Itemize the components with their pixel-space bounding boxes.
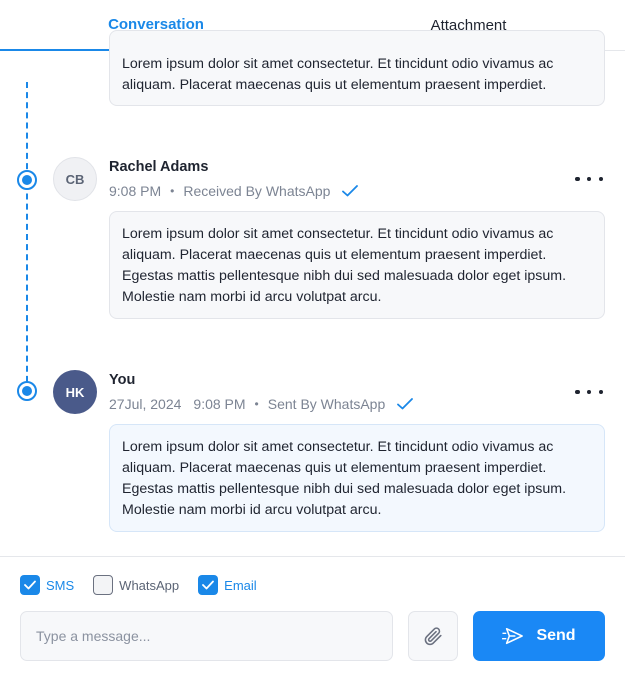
message-text: Lorem ipsum dolor sit amet consectetur. … — [122, 226, 567, 305]
message-bubble: Lorem ipsum dolor sit amet consectetur. … — [109, 211, 605, 319]
paperclip-icon — [424, 627, 442, 646]
sender-name: Rachel Adams — [109, 159, 209, 175]
avatar: HK — [53, 370, 97, 414]
whatsapp-checkbox[interactable] — [93, 575, 114, 595]
timeline-dot-icon — [17, 381, 37, 401]
channel-selector: SMS WhatsApp Email — [20, 575, 276, 595]
message-time: 9:08 PM — [193, 396, 246, 412]
composer-divider — [0, 556, 625, 557]
avatar: CB — [53, 157, 97, 201]
more-options-icon[interactable] — [575, 384, 603, 400]
sender-name: You — [109, 372, 136, 388]
send-button[interactable]: Send — [473, 611, 605, 661]
meta-separator: • — [170, 184, 175, 198]
check-icon — [397, 398, 414, 410]
meta-separator: • — [254, 397, 259, 411]
message-status: Received By WhatsApp — [183, 183, 331, 199]
channel-sms[interactable]: SMS — [20, 575, 74, 595]
message-text: Lorem ipsum dolor sit amet consectetur. … — [122, 439, 567, 518]
message-time: 9:08 PM — [109, 183, 162, 199]
message-meta: 27Jul, 2024 9:08 PM • Sent By WhatsApp — [109, 396, 414, 412]
check-icon — [202, 580, 215, 590]
message-date: 27Jul, 2024 — [109, 396, 182, 412]
more-options-icon[interactable] — [575, 171, 603, 187]
message-bubble: Lorem ipsum dolor sit amet consectetur. … — [109, 30, 605, 106]
message-bubble: Lorem ipsum dolor sit amet consectetur. … — [109, 424, 605, 532]
message-meta: 9:08 PM • Received By WhatsApp — [109, 183, 359, 199]
check-icon — [24, 580, 36, 590]
channel-email[interactable]: Email — [198, 575, 257, 595]
send-icon — [502, 627, 524, 645]
channel-whatsapp[interactable]: WhatsApp — [93, 575, 179, 595]
attach-button[interactable] — [408, 611, 458, 661]
timeline-line — [26, 82, 28, 392]
message-input[interactable] — [20, 611, 393, 661]
email-checkbox[interactable] — [198, 575, 219, 595]
message-status: Sent By WhatsApp — [267, 396, 386, 412]
check-icon — [342, 185, 359, 197]
timeline-dot-icon — [17, 170, 37, 190]
sms-label: SMS — [46, 577, 75, 593]
whatsapp-label: WhatsApp — [119, 577, 180, 593]
message-text: Lorem ipsum dolor sit amet consectetur. … — [122, 56, 554, 93]
email-label: Email — [224, 577, 257, 593]
send-label: Send — [536, 627, 576, 644]
sms-checkbox[interactable] — [20, 575, 40, 595]
